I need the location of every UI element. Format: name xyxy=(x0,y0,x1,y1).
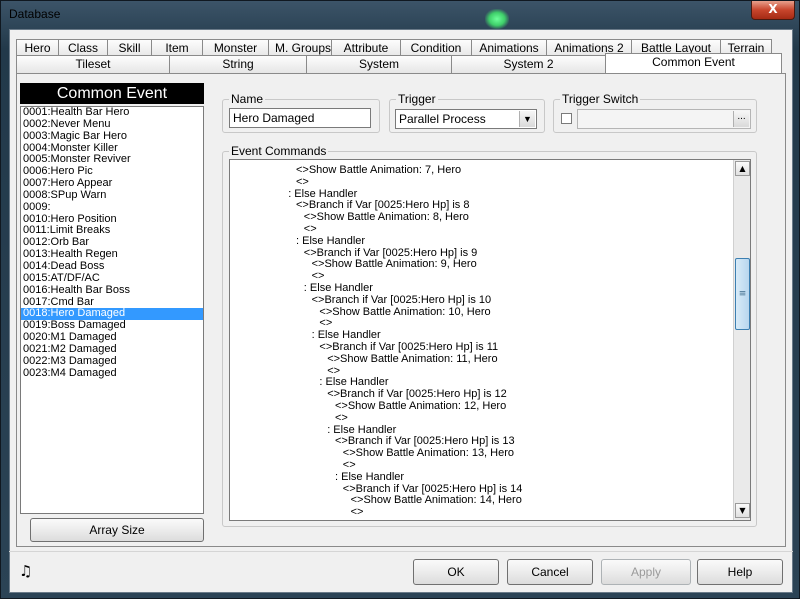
browse-button[interactable]: ... xyxy=(733,111,749,127)
command-line[interactable]: <>Show Battle Animation: 8, Hero xyxy=(304,211,469,223)
command-line[interactable]: <> xyxy=(327,365,340,377)
command-line[interactable]: <>Show Battle Animation: 9, Hero xyxy=(312,258,477,270)
command-line[interactable]: <>Branch if Var [0025:Hero Hp] is 9 xyxy=(304,247,477,259)
list-item[interactable]: 0008:SPup Warn xyxy=(21,190,203,202)
command-line[interactable]: <>Branch if Var [0025:Hero Hp] is 10 xyxy=(312,294,492,306)
trigger-select[interactable]: Parallel Process ▼ xyxy=(395,109,537,129)
command-line[interactable]: : Else Handler xyxy=(312,329,381,341)
command-line[interactable]: <> xyxy=(343,459,356,471)
command-line[interactable]: <> xyxy=(319,317,332,329)
down-arrow-icon[interactable]: ▼ xyxy=(735,503,750,518)
name-label: Name xyxy=(229,92,266,106)
list-item[interactable]: 0001:Health Bar Hero xyxy=(21,107,203,119)
event-commands-list[interactable]: <> <>Show Battle Animation: 14, Hero <>Bra… xyxy=(229,159,751,521)
list-item[interactable]: 0018:Hero Damaged xyxy=(21,308,203,321)
command-line[interactable]: <> xyxy=(296,176,309,188)
list-item[interactable]: 0012:Orb Bar xyxy=(21,237,203,249)
ok-button[interactable]: OK xyxy=(413,559,499,585)
command-line[interactable]: <>Show Battle Animation: 10, Hero xyxy=(319,306,490,318)
list-item[interactable]: 0013:Health Regen xyxy=(21,249,203,261)
chevron-down-icon[interactable]: ▼ xyxy=(519,111,535,127)
list-item[interactable]: 0009: xyxy=(21,202,203,214)
database-window: Database X Hero Class Skill Item Monster M. G… xyxy=(0,0,800,599)
command-line[interactable]: <>Branch if Var [0025:Hero Hp] is 12 xyxy=(327,388,507,400)
up-arrow-icon[interactable]: ▲ xyxy=(735,161,750,176)
tab-common-event[interactable]: Common Event xyxy=(605,53,782,73)
bottom-separator xyxy=(9,551,793,552)
list-item[interactable]: 0002:Never Menu xyxy=(21,119,203,131)
list-header: Common Event xyxy=(20,83,204,104)
list-item[interactable]: 0005:Monster Reviver xyxy=(21,154,203,166)
command-line[interactable]: <>Show Battle Animation: 12, Hero xyxy=(335,400,506,412)
close-button[interactable]: X xyxy=(751,1,795,20)
list-item[interactable]: 0017:Cmd Bar xyxy=(21,297,203,309)
list-item[interactable]: 0022:M3 Damaged xyxy=(21,356,203,368)
command-line[interactable]: <>Branch if Var [0025:Hero Hp] is 11 xyxy=(319,341,498,353)
command-line[interactable]: : Else Handler xyxy=(304,282,373,294)
command-line[interactable]: : Else Handler xyxy=(319,376,388,388)
list-item[interactable]: 0004:Monster Killer xyxy=(21,143,203,155)
list-item[interactable]: 0019:Boss Damaged xyxy=(21,320,203,332)
list-item[interactable]: 0010:Hero Position xyxy=(21,214,203,226)
list-item[interactable]: 0016:Health Bar Boss xyxy=(21,285,203,297)
trigger-switch-checkbox[interactable] xyxy=(561,113,572,124)
list-item[interactable]: 0021:M2 Damaged xyxy=(21,344,203,356)
command-line[interactable]: : Else Handler xyxy=(288,188,357,200)
command-line[interactable]: : Else Handler xyxy=(327,424,396,436)
list-item[interactable]: 0023:M4 Damaged xyxy=(21,368,203,380)
trigger-label: Trigger xyxy=(396,92,438,106)
command-line[interactable]: <> xyxy=(312,270,325,282)
tab-system[interactable]: System xyxy=(306,55,452,73)
command-line[interactable]: <> xyxy=(304,223,317,235)
common-event-list[interactable]: 0001:Health Bar Hero 0002:Never Menu 0003:… xyxy=(20,106,204,514)
list-item[interactable]: 0006:Hero Pic xyxy=(21,166,203,178)
music-note-icon[interactable]: ♫ xyxy=(19,563,35,579)
list-item[interactable]: 0015:AT/DF/AC xyxy=(21,273,203,285)
vertical-scrollbar[interactable]: ▲ ≡ ▼ xyxy=(733,160,750,520)
command-line[interactable]: : Else Handler xyxy=(296,235,365,247)
event-commands-label: Event Commands xyxy=(229,144,329,158)
tab-tileset[interactable]: Tileset xyxy=(16,55,170,73)
title-bar[interactable]: Database X xyxy=(1,1,800,29)
name-input[interactable]: Hero Damaged xyxy=(229,108,371,128)
trigger-switch-field: ... xyxy=(577,109,751,129)
list-item[interactable]: 0007:Hero Appear xyxy=(21,178,203,190)
list-item[interactable]: 0011:Limit Breaks xyxy=(21,225,203,237)
array-size-button[interactable]: Array Size xyxy=(30,518,204,542)
cancel-button[interactable]: Cancel xyxy=(507,559,593,585)
trigger-value: Parallel Process xyxy=(399,112,486,126)
command-line[interactable]: <>Show Battle Animation: 14, Hero xyxy=(351,494,522,506)
command-line[interactable]: <>Show Battle Animation: 7, Hero xyxy=(296,164,461,176)
command-line[interactable]: <>Show Battle Animation: 13, Hero xyxy=(343,447,514,459)
tab-string[interactable]: String xyxy=(169,55,307,73)
tab-row-2: Tileset String System System 2 Common Event xyxy=(16,53,782,73)
title-glow-decoration xyxy=(485,9,509,29)
scrollbar-thumb[interactable]: ≡ xyxy=(735,258,750,330)
command-line[interactable]: <>Branch if Var [0025:Hero Hp] is 13 xyxy=(335,435,515,447)
command-line[interactable]: : Else Handler xyxy=(335,471,404,483)
list-item[interactable]: 0020:M1 Damaged xyxy=(21,332,203,344)
list-item[interactable]: 0003:Magic Bar Hero xyxy=(21,131,203,143)
help-button[interactable]: Help xyxy=(697,559,783,585)
list-item[interactable]: 0014:Dead Boss xyxy=(21,261,203,273)
command-line[interactable]: <> xyxy=(335,412,348,424)
apply-button: Apply xyxy=(601,559,691,585)
window-title: Database xyxy=(9,7,61,21)
command-line[interactable]: <> xyxy=(351,506,364,518)
tab-system-2[interactable]: System 2 xyxy=(451,55,606,73)
command-line[interactable]: <>Show Battle Animation: 11, Hero xyxy=(327,353,497,365)
trigger-switch-label: Trigger Switch xyxy=(560,92,641,106)
command-line[interactable]: <>Branch if Var [0025:Hero Hp] is 14 xyxy=(343,483,523,495)
command-line[interactable]: <>Branch if Var [0025:Hero Hp] is 8 xyxy=(296,199,469,211)
